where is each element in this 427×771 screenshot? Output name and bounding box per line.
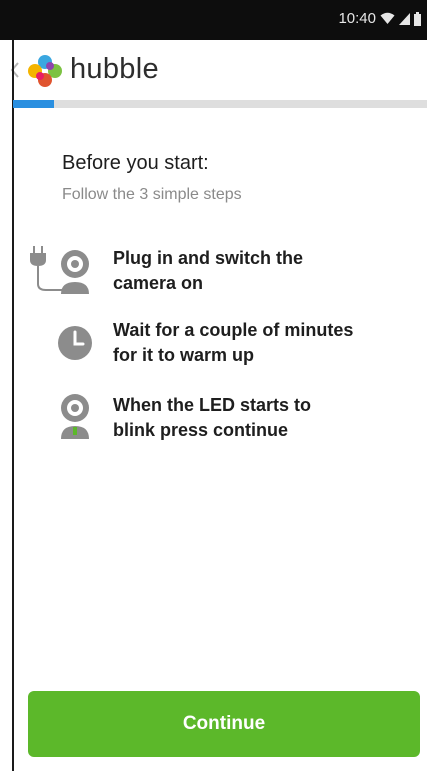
screen: 10:40 hubble Before you start: Follow th… — [0, 0, 427, 771]
step-text: Wait for a couple of minutes for it to w… — [113, 318, 413, 368]
screen-edge-divider — [12, 40, 14, 771]
step-line-2: camera on — [113, 273, 204, 293]
app-bar: hubble — [0, 40, 427, 100]
step-text: Plug in and switch the camera on — [113, 246, 413, 296]
progress-fill — [13, 100, 55, 108]
intro-title: Before you start: — [62, 152, 209, 174]
step-line-1: Wait for a couple of minutes — [113, 320, 354, 340]
continue-button[interactable]: Continue — [28, 691, 420, 757]
battery-icon — [414, 11, 421, 26]
chevron-left-icon[interactable] — [8, 60, 22, 80]
clock-icon — [30, 318, 100, 378]
wifi-icon — [380, 12, 395, 25]
status-right: 10:40 — [338, 10, 421, 27]
signal-icon — [399, 12, 410, 25]
step-line-1: Plug in and switch the — [113, 248, 304, 268]
step-line-2: blink press continue — [113, 420, 289, 440]
step-text: When the LED starts to blink press conti… — [113, 393, 413, 443]
hubble-logo-icon — [27, 54, 63, 88]
step-line-1: When the LED starts to — [113, 395, 312, 415]
plug-camera-icon — [30, 246, 100, 306]
status-bar: 10:40 — [0, 0, 427, 40]
camera-led-icon — [30, 393, 100, 453]
progress-bar — [13, 100, 427, 108]
step-line-2: for it to warm up — [113, 345, 254, 365]
intro-subtitle: Follow the 3 simple steps — [62, 186, 242, 203]
status-time: 10:40 — [338, 10, 376, 27]
brand-name: hubble — [70, 53, 159, 85]
